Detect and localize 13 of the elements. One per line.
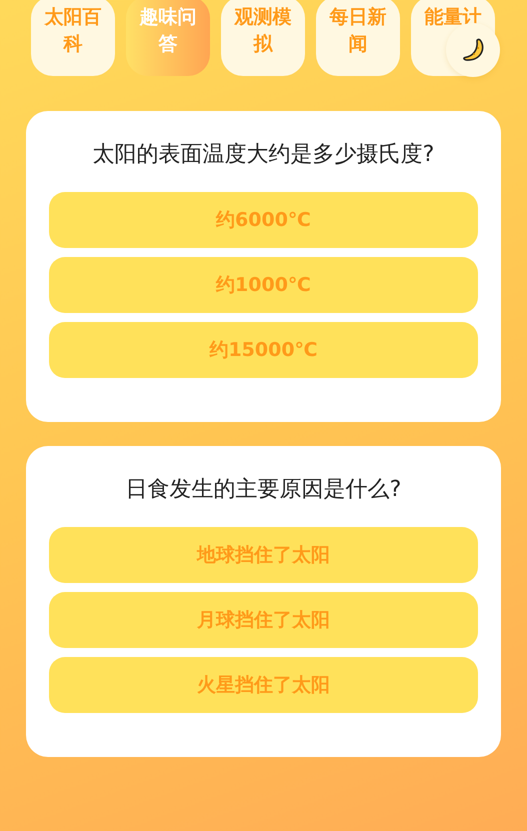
tab[interactable]: 每日新闻 [316,0,400,76]
answer-option[interactable]: 约1000℃ [49,257,478,313]
answer-option[interactable]: 约6000℃ [49,192,478,248]
moon-icon [460,37,486,63]
answer-option[interactable]: 月球挡住了太阳 [49,592,478,648]
answer-option[interactable]: 约15000℃ [49,322,478,378]
answer-option[interactable]: 地球挡住了太阳 [49,527,478,583]
tab[interactable]: 观测模拟 [221,0,305,76]
tab[interactable]: 太阳百科 [31,0,115,76]
question-text: 太阳的表面温度大约是多少摄氏度? [92,141,436,169]
tab[interactable]: 趣味问答 [126,0,210,76]
answer-option[interactable]: 火星挡住了太阳 [49,657,478,713]
question-text: 日食发生的主要原因是什么? [124,476,402,504]
